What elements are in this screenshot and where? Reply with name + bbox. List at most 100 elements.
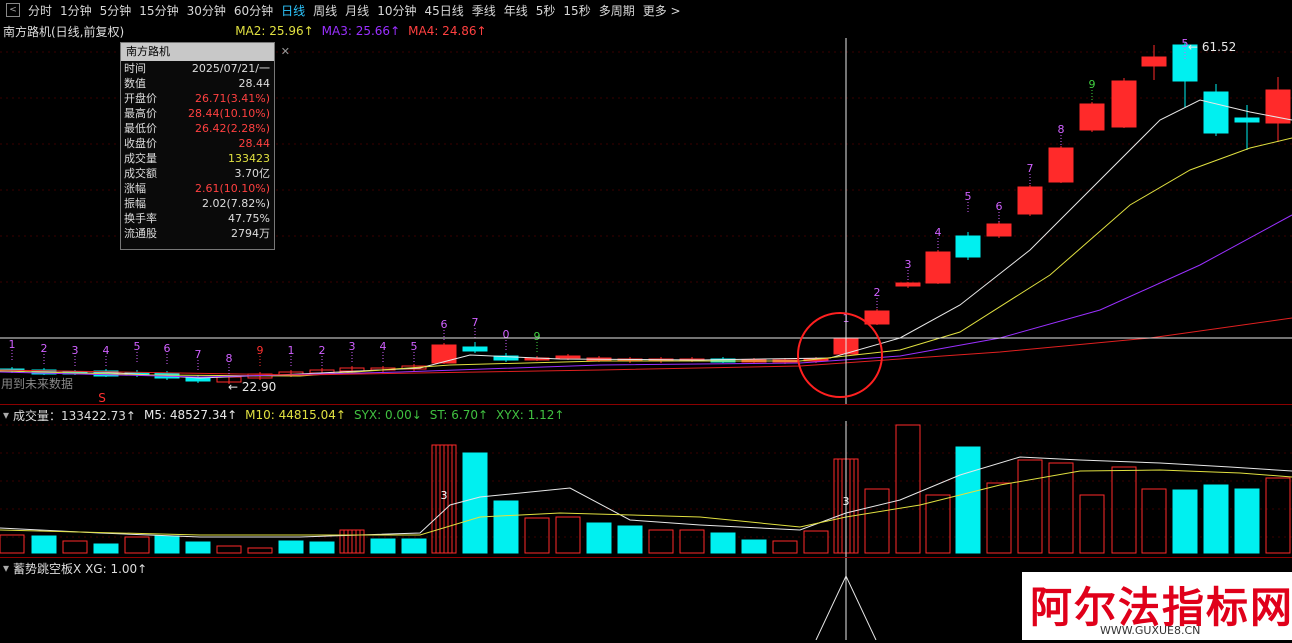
xyx-label: XYX: 1.12↑ <box>496 408 565 422</box>
ma3-label: MA3: 25.66↑ <box>321 24 401 38</box>
period-tab[interactable]: 30分钟 <box>183 2 230 19</box>
tooltip-key: 成交额 <box>124 167 157 180</box>
period-tab[interactable]: 多周期 <box>595 2 639 19</box>
tooltip-key: 换手率 <box>124 212 157 225</box>
tooltip-value: 26.42(2.28%) <box>194 122 270 135</box>
period-tab[interactable]: 1分钟 <box>56 2 96 19</box>
syx-label: SYX: 0.00↓ <box>353 408 422 422</box>
tooltip-value: 2.02(7.82%) <box>201 197 270 210</box>
s-marker: S <box>98 391 106 404</box>
high-price-label: ← 61.52 <box>1188 40 1236 54</box>
volume-bar <box>62 540 88 554</box>
count-label: 9 <box>1089 78 1096 91</box>
period-tab[interactable]: 周线 <box>309 2 341 19</box>
tooltip-value: 28.44 <box>238 77 271 90</box>
period-tab[interactable]: 60分钟 <box>230 2 277 19</box>
tooltip-row: 成交量 133423 <box>121 151 274 166</box>
tooltip-key: 开盘价 <box>124 92 157 105</box>
tooltip-title-text: 南方路机 <box>126 45 170 58</box>
tooltip-key: 时间 <box>124 62 146 75</box>
tooltip-row: 数值 28.44 <box>121 76 274 91</box>
count-label: 5 <box>134 340 141 353</box>
volume-bar <box>1172 489 1198 554</box>
tooltip-value: 28.44 <box>238 137 271 150</box>
volume-bar <box>1141 488 1167 554</box>
volume-bar <box>1203 484 1229 554</box>
period-tab[interactable]: 10分钟 <box>373 2 420 19</box>
tooltip-key: 收盘价 <box>124 137 157 150</box>
volume-bar <box>216 545 242 554</box>
period-tab[interactable]: 5秒 <box>532 2 560 19</box>
volume-bar <box>524 517 550 554</box>
period-tab[interactable]: 年线 <box>500 2 532 19</box>
volume-bar <box>710 532 736 554</box>
tooltip-rows: 时间 2025/07/21/一 数值 28.44 开盘价 26.71(3.41%) 最高价 2… <box>121 61 274 241</box>
volume-bar <box>185 541 211 554</box>
count-label: 1 <box>288 344 295 357</box>
candlestick-panel[interactable]: 1234567891234567091234567895← 61.52← 22.… <box>0 20 1292 405</box>
period-tab[interactable]: 5分钟 <box>96 2 136 19</box>
period-toolbar: < 分时 1分钟 5分钟 15分钟 30分钟 60分钟 日线 周线 月线 10分钟 45日线 季线 年线… <box>0 0 1292 20</box>
candle-body <box>986 223 1012 237</box>
count-label: 5 <box>411 340 418 353</box>
volume-bar <box>648 529 674 554</box>
volume-bar <box>0 534 25 554</box>
count-label: 3 <box>72 344 79 357</box>
volume-bar <box>124 536 150 554</box>
m10-label: M10: 44815.04↑ <box>245 408 346 422</box>
volume-bar <box>955 446 981 554</box>
tooltip-value: 28.44(10.10%) <box>187 107 270 120</box>
tooltip-row: 涨幅 2.61(10.10%) <box>121 181 274 196</box>
volume-panel[interactable]: 33 ▾ 成交量：133422.73↑ M5: 48527.34↑ M10: 4… <box>0 405 1292 557</box>
period-tab[interactable]: 更多 > <box>639 2 685 19</box>
data-tooltip[interactable]: 南方路机 ✕ 时间 2025/07/21/一 数值 28.44 开盘价 26.71(3.4… <box>120 42 290 250</box>
tooltip-value: 47.75% <box>228 212 270 225</box>
tooltip-value: 2.61(10.10%) <box>194 182 270 195</box>
tooltip-key: 数值 <box>124 77 146 90</box>
watermark-logo: 阿尔法指标网 WWW.GUXUE8.CN <box>1022 572 1292 640</box>
volume-bar <box>1111 466 1137 554</box>
tooltip-key: 流通股 <box>124 227 157 240</box>
count-label: 4 <box>380 340 387 353</box>
period-tab[interactable]: 分时 <box>24 2 56 19</box>
count-label: 0 <box>503 328 510 341</box>
candle-body <box>1141 56 1167 67</box>
volume-bar <box>803 530 829 554</box>
collapse-icon[interactable]: < <box>6 3 20 17</box>
period-tab[interactable]: 45日线 <box>420 2 467 19</box>
close-icon[interactable]: ✕ <box>281 43 290 61</box>
period-tab[interactable]: 15秒 <box>559 2 594 19</box>
volume-bar <box>93 543 119 554</box>
count-label: 6 <box>164 342 171 355</box>
tooltip-row: 最高价 28.44(10.10%) <box>121 106 274 121</box>
indicator-label: 蓄势跳空板X XG: 1.00↑ <box>13 561 148 576</box>
volume-bar <box>370 538 396 554</box>
candle-body <box>1203 91 1229 134</box>
chevron-down-icon[interactable]: ▾ <box>3 561 9 575</box>
tooltip-row: 最低价 26.42(2.28%) <box>121 121 274 136</box>
count-label: 6 <box>441 318 448 331</box>
volume-bar <box>741 539 767 554</box>
count-label: 7 <box>195 348 202 361</box>
watermark-url: WWW.GUXUE8.CN <box>1100 624 1201 637</box>
tooltip-value: 26.71(3.41%) <box>194 92 270 105</box>
period-tab[interactable]: 季线 <box>468 2 500 19</box>
candle-body <box>1265 89 1291 124</box>
count-label: 7 <box>1027 162 1034 175</box>
volume-bar <box>986 482 1012 554</box>
volume-bar <box>1265 477 1291 554</box>
tooltip-row: 流通股 2794万 <box>121 226 274 241</box>
count-label: 2 <box>319 344 326 357</box>
chevron-down-icon[interactable]: ▾ <box>3 408 9 422</box>
count-label: 7 <box>472 316 479 329</box>
tooltip-row: 换手率 47.75% <box>121 211 274 226</box>
volume-label: 成交量：133422.73↑ <box>13 408 136 423</box>
period-tab[interactable]: 日线 <box>277 2 309 19</box>
volume-bar <box>493 500 519 554</box>
period-tab[interactable]: 15分钟 <box>135 2 182 19</box>
volume-bar <box>555 516 581 554</box>
period-tab[interactable]: 月线 <box>341 2 373 19</box>
candle-body <box>462 346 488 352</box>
volume-marker: 3 <box>441 489 448 502</box>
volume-bar <box>772 540 798 554</box>
